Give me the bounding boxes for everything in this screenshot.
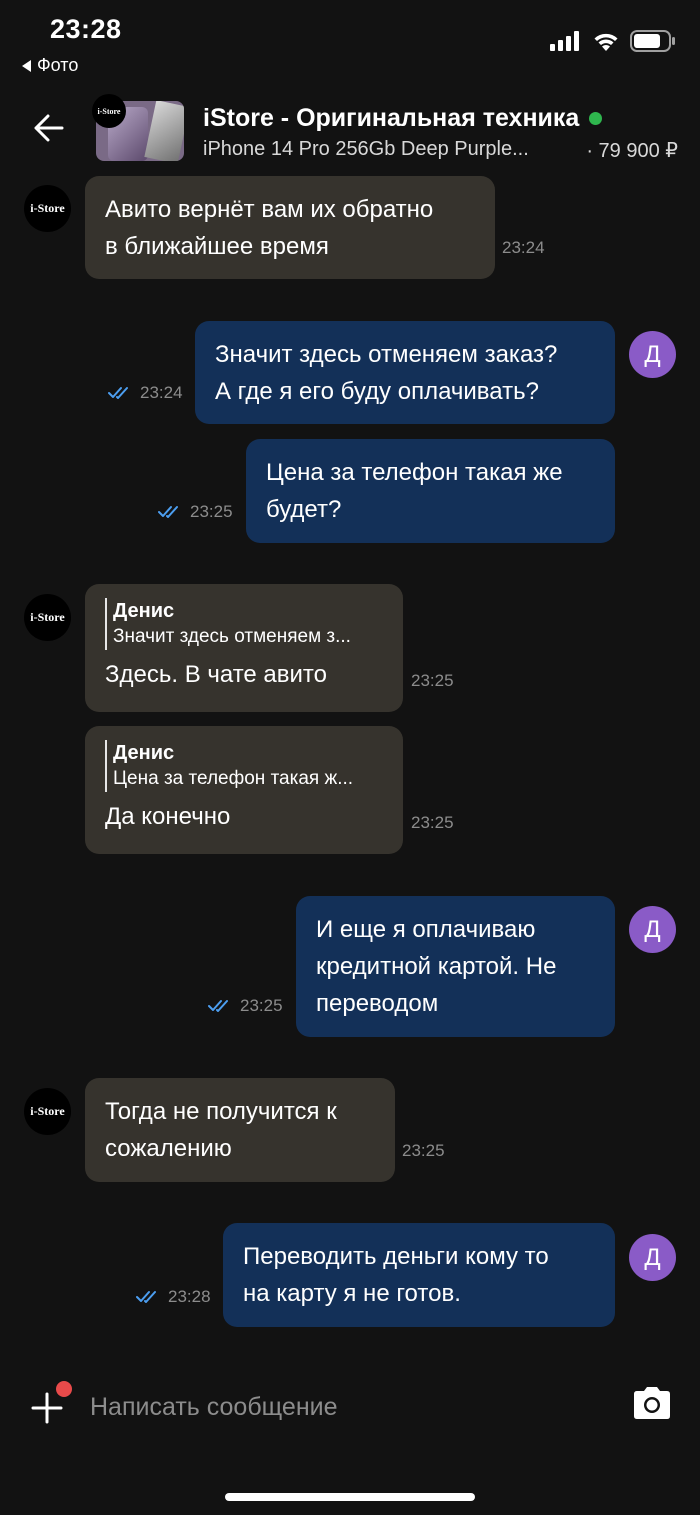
status-icons bbox=[550, 30, 676, 52]
message-text: Авито вернёт вам их обратно bbox=[105, 196, 434, 223]
chat-title-text: iStore - Оригинальная техника bbox=[203, 104, 580, 132]
message-time-row: 23:25 bbox=[158, 502, 233, 522]
seller-avatar[interactable]: i-Store bbox=[24, 185, 71, 232]
message-text: Тогда не получится к bbox=[105, 1098, 337, 1125]
message-bubble[interactable]: Денис Значит здесь отменяем з... Здесь. … bbox=[85, 584, 403, 712]
double-check-icon bbox=[136, 1291, 156, 1303]
listing-subtitle[interactable]: iPhone 14 Pro 256Gb Deep Purple... bbox=[203, 138, 553, 161]
message-text: Да конечно bbox=[105, 803, 231, 830]
listing-price: · 79 900 ₽ bbox=[586, 140, 678, 162]
message-text: сожалению bbox=[105, 1135, 232, 1162]
message-time: 23:25 bbox=[411, 671, 454, 690]
quote-author: Денис bbox=[113, 742, 175, 764]
quote-text: Значит здесь отменяем з... bbox=[113, 626, 351, 647]
battery-icon bbox=[630, 30, 675, 52]
message-time: 23:28 bbox=[168, 1287, 211, 1306]
user-avatar[interactable]: Д bbox=[629, 906, 676, 953]
chat-title[interactable]: iStore - Оригинальная техника bbox=[203, 104, 603, 133]
message-text: Переводить деньги кому то bbox=[243, 1243, 549, 1270]
notification-badge bbox=[56, 1381, 72, 1397]
phone-image-secondary bbox=[144, 101, 184, 161]
online-status-dot bbox=[589, 112, 603, 125]
message-input-bar: Написать сообщение bbox=[0, 1355, 700, 1515]
reply-quote[interactable]: Денис Значит здесь отменяем з... bbox=[105, 598, 383, 650]
message-bubble[interactable]: Денис Цена за телефон такая ж... Да коне… bbox=[85, 726, 403, 854]
seller-avatar[interactable]: i-Store bbox=[24, 594, 71, 641]
signal-icon bbox=[550, 31, 579, 51]
message-time: 23:24 bbox=[140, 383, 183, 402]
seller-avatar[interactable]: i-Store bbox=[24, 1088, 71, 1135]
message-time-row: 23:24 bbox=[108, 383, 183, 403]
home-indicator bbox=[225, 1493, 475, 1501]
back-triangle-icon bbox=[22, 59, 31, 72]
message-text: Цена за телефон такая же bbox=[266, 459, 563, 486]
user-avatar[interactable]: Д bbox=[629, 331, 676, 378]
message-input[interactable]: Написать сообщение bbox=[90, 1393, 338, 1422]
message-time-row: 23:25 bbox=[208, 996, 283, 1016]
message-text: на карту я не готов. bbox=[243, 1280, 461, 1307]
message-text: Значит здесь отменяем заказ? bbox=[215, 341, 558, 368]
back-to-app-link[interactable]: Фото bbox=[22, 55, 78, 76]
message-bubble[interactable]: Цена за телефон такая же будет? bbox=[246, 439, 615, 543]
message-text: И еще я оплачиваю bbox=[316, 916, 536, 943]
chat-header: i-Store iStore - Оригинальная техника iP… bbox=[0, 88, 700, 176]
message-text: переводом bbox=[316, 990, 439, 1017]
message-time: 23:24 bbox=[502, 238, 545, 257]
message-text: Здесь. В чате авито bbox=[105, 661, 327, 688]
user-avatar[interactable]: Д bbox=[629, 1234, 676, 1281]
message-bubble[interactable]: Тогда не получится к сожалению bbox=[85, 1078, 395, 1182]
message-text: в ближайшее время bbox=[105, 233, 329, 260]
message-time: 23:25 bbox=[411, 813, 454, 832]
message-bubble[interactable]: И еще я оплачиваю кредитной картой. Не п… bbox=[296, 896, 615, 1037]
message-time: 23:25 bbox=[190, 502, 233, 521]
back-app-label: Фото bbox=[37, 55, 79, 75]
quote-author: Денис bbox=[113, 600, 175, 622]
message-text: будет? bbox=[266, 496, 342, 523]
message-text: А где я его буду оплачивать? bbox=[215, 378, 539, 405]
chat-screen: 23:28 Фото i-Store iStore - Оригинальная… bbox=[0, 0, 700, 1515]
quote-text: Цена за телефон такая ж... bbox=[113, 768, 354, 789]
plus-icon[interactable] bbox=[30, 1391, 64, 1425]
camera-icon[interactable] bbox=[630, 1385, 674, 1421]
wifi-icon bbox=[594, 33, 618, 51]
back-arrow-icon[interactable] bbox=[30, 110, 66, 146]
message-time: 23:25 bbox=[402, 1141, 445, 1160]
thumb-store-logo: i-Store bbox=[92, 94, 126, 128]
message-bubble[interactable]: Значит здесь отменяем заказ? А где я его… bbox=[195, 321, 615, 424]
message-text: кредитной картой. Не bbox=[316, 953, 557, 980]
status-time: 23:28 bbox=[50, 14, 122, 44]
message-time-row: 23:28 bbox=[136, 1287, 211, 1307]
message-bubble[interactable]: Переводить деньги кому то на карту я не … bbox=[223, 1223, 615, 1327]
reply-quote[interactable]: Денис Цена за телефон такая ж... bbox=[105, 740, 383, 792]
message-bubble[interactable]: Авито вернёт вам их обратно в ближайшее … bbox=[85, 176, 495, 279]
double-check-icon bbox=[158, 506, 178, 518]
double-check-icon bbox=[208, 1000, 228, 1012]
double-check-icon bbox=[108, 387, 128, 399]
message-time: 23:25 bbox=[240, 996, 283, 1015]
